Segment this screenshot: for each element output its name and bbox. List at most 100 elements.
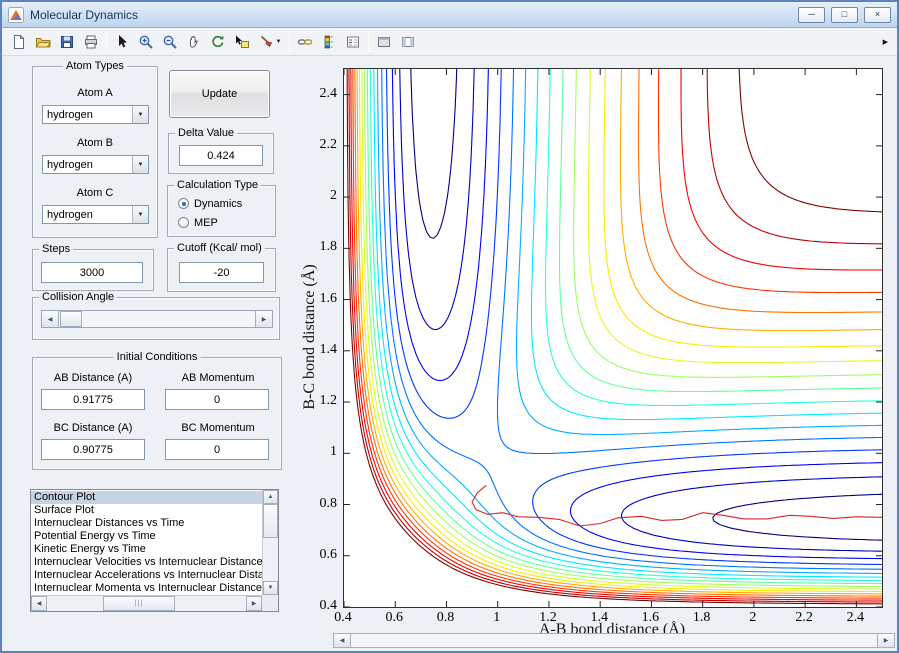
scroll-down-button[interactable]: ▼ <box>263 581 278 595</box>
atom-a-label: Atom A <box>33 87 157 99</box>
link-plot-button[interactable] <box>293 30 317 53</box>
legend-icon <box>345 34 361 50</box>
dropdown-arrow-icon[interactable]: ▼ <box>132 106 148 123</box>
list-item[interactable]: Contour Plot <box>31 491 262 504</box>
atom-types-label: Atom Types <box>63 60 127 72</box>
new-figure-button[interactable] <box>7 30 31 53</box>
vscroll-track[interactable] <box>263 504 278 581</box>
list-item[interactable]: Surface Plot <box>31 504 262 517</box>
radio-mep[interactable]: MEP <box>178 213 271 232</box>
app-icon <box>8 7 24 23</box>
delta-value-input[interactable]: 0.424 <box>179 145 263 166</box>
listbox-hscrollbar[interactable]: ◀ ||| ▶ <box>31 595 262 611</box>
list-item[interactable]: Potential Energy vs Time <box>31 530 262 543</box>
save-icon <box>59 34 75 50</box>
scroll-left-button[interactable]: ◀ <box>31 596 47 611</box>
maximize-button[interactable]: □ <box>831 7 858 23</box>
show-plot-tools-icon <box>400 34 416 50</box>
edit-plot-button[interactable] <box>110 30 134 53</box>
y-tick-label: 1.4 <box>301 342 337 358</box>
collision-angle-group: Collision Angle ◀ ▶ <box>32 297 280 340</box>
toolbar-overflow-icon[interactable]: ▶ <box>883 38 888 46</box>
ab-momentum-input[interactable]: 0 <box>165 389 269 410</box>
x-tick-label: 1.2 <box>530 610 566 626</box>
atom-b-select[interactable]: hydrogen ▼ <box>42 155 149 174</box>
list-item[interactable]: Internuclear Distances vs Time <box>31 517 262 530</box>
bottom-scroll-right-button[interactable]: ▶ <box>877 634 894 647</box>
listbox-vscrollbar[interactable]: ▲ ▼ <box>262 490 278 595</box>
data-cursor-button[interactable] <box>230 30 254 53</box>
y-tick-label: 0.6 <box>301 547 337 563</box>
x-tick-label: 2 <box>735 610 771 626</box>
ab-distance-input[interactable]: 0.91775 <box>41 389 145 410</box>
open-file-button[interactable] <box>31 30 55 53</box>
bc-distance-label: BC Distance (A) <box>35 422 151 434</box>
rotate-3d-button[interactable] <box>206 30 230 53</box>
insert-colorbar-button[interactable] <box>317 30 341 53</box>
radio-icon <box>178 198 189 209</box>
zoom-out-button[interactable] <box>158 30 182 53</box>
collision-angle-slider[interactable]: ◀ ▶ <box>41 310 273 328</box>
cutoff-input[interactable]: -20 <box>179 262 264 283</box>
bottom-scrollbar[interactable]: ◀ ▶ <box>333 633 895 648</box>
bc-momentum-input[interactable]: 0 <box>165 439 269 460</box>
list-item[interactable]: Kinetic Energy vs Time <box>31 543 262 556</box>
insert-legend-button[interactable] <box>341 30 365 53</box>
contour-line <box>400 69 882 551</box>
slider-track[interactable] <box>59 311 255 327</box>
hide-plot-tools-icon <box>376 34 392 50</box>
bottom-scroll-track[interactable] <box>351 634 877 647</box>
plot-area <box>343 68 883 608</box>
x-tick-label: 0.8 <box>427 610 463 626</box>
atom-c-select[interactable]: hydrogen ▼ <box>42 205 149 224</box>
minimize-button[interactable]: ─ <box>798 7 825 23</box>
hscroll-track[interactable]: ||| <box>47 596 246 611</box>
pointer-icon <box>114 34 130 50</box>
y-tick-label: 1.6 <box>301 291 337 307</box>
hscroll-thumb[interactable]: ||| <box>103 596 175 611</box>
bottom-scroll-left-button[interactable]: ◀ <box>334 634 351 647</box>
update-button[interactable]: Update <box>169 70 270 118</box>
pan-button[interactable] <box>182 30 206 53</box>
contour-line <box>387 69 883 565</box>
x-tick-label: 1.8 <box>684 610 720 626</box>
scroll-right-button[interactable]: ▶ <box>246 596 262 611</box>
thumb-grip-icon: ||| <box>135 600 143 607</box>
slider-thumb[interactable] <box>60 311 82 327</box>
radio-dynamics[interactable]: Dynamics <box>178 194 271 213</box>
list-item[interactable]: Internuclear Momenta vs Internuclear Dis… <box>31 582 262 595</box>
zoom-in-button[interactable] <box>134 30 158 53</box>
bc-distance-input[interactable]: 0.90775 <box>41 439 145 460</box>
print-button[interactable] <box>79 30 103 53</box>
slider-left-arrow[interactable]: ◀ <box>42 311 59 327</box>
toolbar: ▼ <box>2 28 897 56</box>
slider-right-arrow[interactable]: ▶ <box>255 311 272 327</box>
dropdown-arrow-icon[interactable]: ▼ <box>132 206 148 223</box>
atom-c-label: Atom C <box>33 187 157 199</box>
scroll-up-button[interactable]: ▲ <box>263 490 278 504</box>
save-button[interactable] <box>55 30 79 53</box>
hide-plot-tools-button[interactable] <box>372 30 396 53</box>
dropdown-arrow-icon[interactable]: ▼ <box>132 156 148 173</box>
matlab-figure-icon <box>8 7 24 23</box>
data-cursor-icon <box>234 34 250 50</box>
show-plot-tools-button[interactable] <box>396 30 420 53</box>
atom-b-value: hydrogen <box>43 156 132 173</box>
radio-label: Dynamics <box>194 198 242 210</box>
plot-type-listbox[interactable]: Contour PlotSurface PlotInternuclear Dis… <box>30 489 279 612</box>
contour-plot[interactable] <box>344 69 882 607</box>
zoom-in-icon <box>138 34 154 50</box>
brush-button[interactable]: ▼ <box>254 30 286 53</box>
contour-line <box>411 69 882 540</box>
radio-icon <box>178 217 189 228</box>
titlebar[interactable]: Molecular Dynamics ─ □ × <box>2 2 897 28</box>
steps-input[interactable]: 3000 <box>41 262 143 283</box>
close-button[interactable]: × <box>864 7 891 23</box>
y-tick-label: 1.8 <box>301 239 337 255</box>
vscroll-thumb[interactable] <box>263 504 278 538</box>
list-item[interactable]: Internuclear Accelerations vs Internucle… <box>31 569 262 582</box>
zoom-out-icon <box>162 34 178 50</box>
list-item[interactable]: Internuclear Velocities vs Internuclear … <box>31 556 262 569</box>
contour-line <box>351 69 882 600</box>
atom-a-select[interactable]: hydrogen ▼ <box>42 105 149 124</box>
